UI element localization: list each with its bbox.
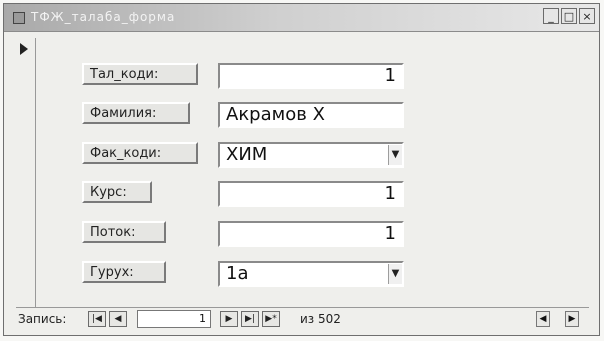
guruh-value: 1a <box>226 263 249 284</box>
fak-kodi-value: ХИМ <box>226 144 268 165</box>
form-window: ТФЖ_талаба_форма _ □ × Тал_коди: 1 Фамил… <box>3 3 600 336</box>
record-navigation-bar: Запись: |◀ ◀ 1 ▶ ▶| ▶* из 502 ◀ ▶ <box>16 307 589 329</box>
record-label: Запись: <box>18 312 67 326</box>
window-controls: _ □ × <box>543 8 595 24</box>
close-button[interactable]: × <box>579 8 595 24</box>
new-record-button[interactable]: ▶* <box>262 311 280 327</box>
fak-kodi-combobox[interactable]: ХИМ ▼ <box>218 142 404 168</box>
current-record-arrow-icon <box>20 43 28 55</box>
minimize-button[interactable]: _ <box>543 8 559 24</box>
tal-kodi-field[interactable]: 1 <box>218 63 404 89</box>
first-record-button[interactable]: |◀ <box>88 311 106 327</box>
kurs-label: Курс: <box>82 181 152 203</box>
field-row-familiya: Фамилия: Акрамов Х <box>82 102 412 128</box>
next-record-button[interactable]: ▶ <box>220 311 238 327</box>
window-titlebar: ТФЖ_талаба_форма _ □ × <box>4 4 599 32</box>
kurs-field[interactable]: 1 <box>218 181 404 207</box>
last-record-button[interactable]: ▶| <box>241 311 259 327</box>
window-title: ТФЖ_талаба_форма <box>31 10 176 24</box>
chevron-down-icon[interactable]: ▼ <box>388 145 402 165</box>
form-icon <box>13 12 25 24</box>
guruh-combobox[interactable]: 1a ▼ <box>218 261 404 287</box>
tal-kodi-label: Тал_коди: <box>82 63 198 85</box>
guruh-label: Гурух: <box>82 261 166 283</box>
potok-label: Поток: <box>82 221 166 243</box>
previous-record-button[interactable]: ◀ <box>109 311 127 327</box>
scroll-left-button[interactable]: ◀ <box>536 311 550 327</box>
record-total: из 502 <box>300 312 341 326</box>
familiya-field[interactable]: Акрамов Х <box>218 102 404 128</box>
field-row-guruh: Гурух: 1a ▼ <box>82 261 412 287</box>
fak-kodi-label: Фак_коди: <box>82 142 198 164</box>
field-row-potok: Поток: 1 <box>82 221 412 247</box>
field-row-tal-kodi: Тал_коди: 1 <box>82 63 412 89</box>
maximize-button[interactable]: □ <box>561 8 577 24</box>
potok-field[interactable]: 1 <box>218 221 404 247</box>
current-record-input[interactable]: 1 <box>137 310 211 328</box>
chevron-down-icon[interactable]: ▼ <box>388 264 402 284</box>
field-row-kurs: Курс: 1 <box>82 181 412 207</box>
record-selector[interactable] <box>16 38 36 314</box>
familiya-label: Фамилия: <box>82 102 190 124</box>
field-row-fak-kodi: Фак_коди: ХИМ ▼ <box>82 142 412 168</box>
scroll-right-button[interactable]: ▶ <box>565 311 579 327</box>
